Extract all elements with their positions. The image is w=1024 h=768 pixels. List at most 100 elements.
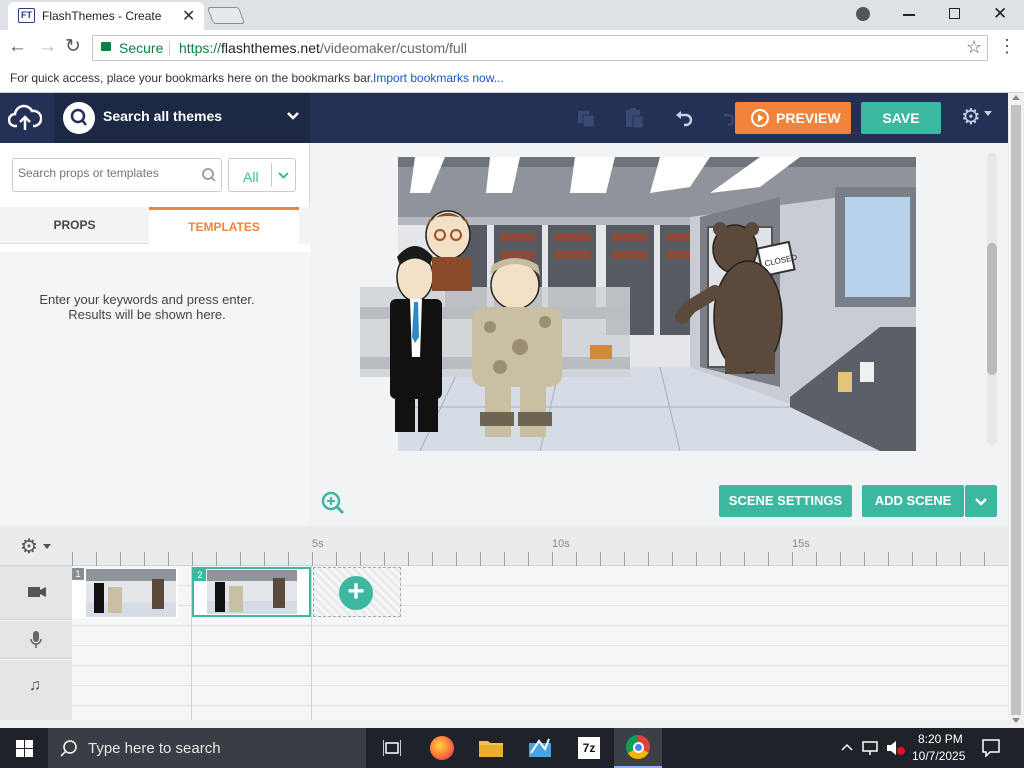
tab-props[interactable]: PROPS xyxy=(0,207,149,244)
taskbar-search[interactable]: Type here to search xyxy=(48,728,366,768)
results-hint-line1: Enter your keywords and press enter. xyxy=(39,292,255,307)
minimize-button[interactable] xyxy=(903,14,915,16)
clock-time[interactable]: 8:20 PM xyxy=(918,732,963,746)
window-close-button[interactable]: ✕ xyxy=(993,4,1007,24)
results-hint: Enter your keywords and press enter. Res… xyxy=(0,292,294,322)
menu-icon[interactable]: ⋮ xyxy=(998,36,1016,57)
add-scene-dropdown[interactable] xyxy=(965,485,997,517)
favicon-text: FT xyxy=(21,10,32,20)
character-glasses-man[interactable] xyxy=(425,210,472,291)
tab-templates-label: TEMPLATES xyxy=(188,220,260,234)
taskbar-search-placeholder: Type here to search xyxy=(88,740,221,757)
file-explorer-button[interactable] xyxy=(467,728,515,768)
chrome-taskbar-button[interactable] xyxy=(614,728,662,768)
scene-canvas[interactable]: CLOSED xyxy=(360,157,916,451)
sketch-app-button[interactable] xyxy=(516,728,564,768)
track-header-music: ♫ xyxy=(0,660,72,720)
track-header-voice xyxy=(0,621,72,659)
tab-close-icon[interactable]: ✕ xyxy=(182,6,195,26)
scroll-down-arrow[interactable] xyxy=(1012,718,1020,723)
add-scene-button[interactable]: ADD SCENE xyxy=(862,485,964,517)
filter-select[interactable]: All xyxy=(228,158,296,192)
secure-label: Secure xyxy=(119,40,164,56)
results-area: Enter your keywords and press enter. Res… xyxy=(0,244,310,526)
browser-tab[interactable]: FT FlashThemes - Create ✕ xyxy=(8,2,204,30)
taskview-icon xyxy=(383,740,401,756)
bookmarks-hint: For quick access, place your bookmarks h… xyxy=(10,71,374,85)
url-text: https://flashthemes.net/videomaker/custo… xyxy=(179,40,467,56)
profile-icon[interactable] xyxy=(856,7,870,21)
tick-10s: 10s xyxy=(552,538,570,550)
url-host: flashthemes.net xyxy=(221,40,320,56)
music-icon: ♫ xyxy=(29,677,41,694)
redo-icon[interactable] xyxy=(722,109,736,129)
star-icon[interactable]: ☆ xyxy=(966,37,982,58)
firefox-taskbar-button[interactable] xyxy=(418,728,466,768)
save-label: SAVE xyxy=(882,110,920,126)
chevron-down-icon xyxy=(984,111,992,116)
settings-menu[interactable]: ⚙ xyxy=(955,104,1000,131)
url-bar[interactable]: Secure https://flashthemes.net/videomake… xyxy=(92,35,988,61)
zoom-in-icon[interactable] xyxy=(320,490,346,516)
search-themes-dropdown[interactable]: Search all themes xyxy=(54,93,310,143)
undo-icon[interactable] xyxy=(674,109,694,129)
play-circle-icon xyxy=(751,109,769,127)
notification-icon[interactable] xyxy=(982,739,1000,757)
timeline: ⚙ 5s 10s 15s ♫ 1 2 + xyxy=(0,526,1008,728)
scene-thumbnail-selected[interactable]: 2 xyxy=(192,567,311,617)
library-panel: All PROPS TEMPLATES Enter your keywords … xyxy=(0,143,310,526)
chevron-down-icon xyxy=(287,112,299,120)
tick-15s: 15s xyxy=(792,538,810,550)
save-button[interactable]: SAVE xyxy=(861,102,941,134)
gear-icon: ⚙ xyxy=(961,104,981,129)
copy-icon[interactable] xyxy=(576,109,596,129)
preview-button[interactable]: PREVIEW xyxy=(735,102,851,134)
scroll-up-arrow[interactable] xyxy=(1012,95,1020,100)
import-bookmarks-link[interactable]: Import bookmarks now... xyxy=(373,71,504,85)
reload-icon[interactable]: ↻ xyxy=(65,35,81,58)
page-scrollbar-thumb[interactable] xyxy=(1011,105,1021,715)
stage-scrollbar-thumb[interactable] xyxy=(987,243,997,375)
tab-templates[interactable]: TEMPLATES xyxy=(149,207,299,244)
url-divider xyxy=(169,41,170,56)
folder-icon xyxy=(479,741,503,757)
start-button[interactable] xyxy=(0,728,48,768)
scene-settings-button[interactable]: SCENE SETTINGS xyxy=(719,485,852,517)
chevron-down-icon xyxy=(278,172,289,179)
timeline-settings[interactable]: ⚙ xyxy=(20,534,38,559)
tray-chevron-up-icon[interactable] xyxy=(840,742,854,752)
sevenzip-icon: 7z xyxy=(578,737,600,759)
scene-thumbnail-image xyxy=(86,569,176,617)
search-icon[interactable] xyxy=(201,167,217,183)
paste-icon[interactable] xyxy=(624,107,644,129)
back-icon[interactable]: ← xyxy=(8,36,27,58)
filter-divider xyxy=(271,163,272,187)
props-search-box[interactable] xyxy=(12,158,222,192)
stage-scrollbar[interactable] xyxy=(987,153,997,445)
restore-button[interactable] xyxy=(949,8,960,19)
bookmarks-bar: For quick access, place your bookmarks h… xyxy=(0,66,1024,93)
firefox-icon xyxy=(430,736,454,760)
task-view-button[interactable] xyxy=(368,728,416,768)
mic-icon xyxy=(30,631,42,648)
scene-settings-label: SCENE SETTINGS xyxy=(728,493,843,508)
sevenzip-button[interactable]: 7z xyxy=(565,728,613,768)
forward-icon[interactable]: → xyxy=(38,36,57,58)
scene-thumbnail[interactable]: 1 xyxy=(72,568,178,618)
new-tab-button[interactable] xyxy=(206,7,246,24)
scene-number: 1 xyxy=(72,568,84,580)
clock-date[interactable]: 10/7/2025 xyxy=(912,749,965,763)
upload-cloud-icon[interactable] xyxy=(8,104,42,132)
network-icon[interactable] xyxy=(862,740,880,756)
volume-muted-icon[interactable] xyxy=(886,740,906,756)
props-search-input[interactable] xyxy=(18,166,193,180)
add-scene-slot[interactable]: + xyxy=(313,567,401,617)
ruler-ticks xyxy=(72,552,1008,566)
track-header-video xyxy=(0,566,72,620)
scene-thumbnail-image xyxy=(207,570,297,614)
filter-value: All xyxy=(243,169,259,185)
lock-icon xyxy=(101,42,111,51)
tab-title: FlashThemes - Create xyxy=(42,9,162,23)
page-scrollbar[interactable] xyxy=(1008,93,1024,728)
thumb-figure xyxy=(152,579,164,609)
